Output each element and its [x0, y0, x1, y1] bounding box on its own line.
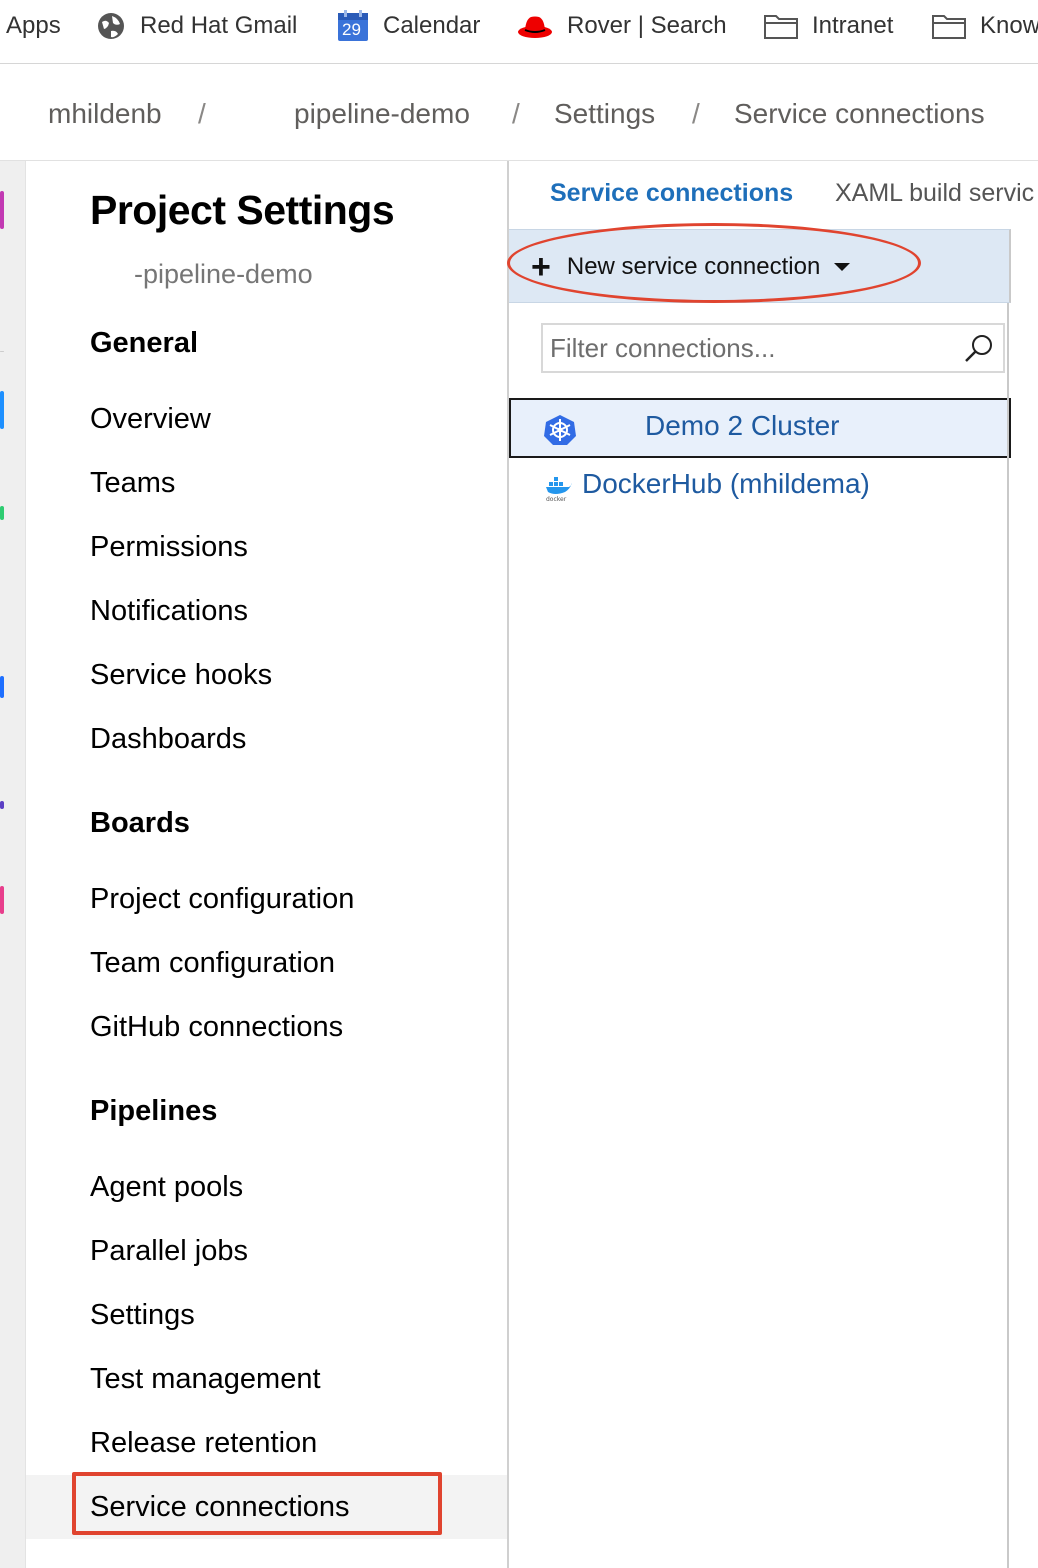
breadcrumb-separator: / [692, 98, 700, 129]
nav-item-dashboards[interactable]: Dashboards [90, 723, 246, 756]
bookmark-apps-label: Apps [6, 12, 61, 39]
bookmark-rover[interactable]: Rover | Search [517, 10, 727, 42]
globe-icon [96, 11, 126, 41]
tab-service-connections[interactable]: Service connections [550, 179, 793, 208]
bookmark-gmail[interactable]: Red Hat Gmail [96, 10, 297, 42]
svg-text:docker: docker [546, 496, 567, 502]
nav-item-notifications[interactable]: Notifications [90, 595, 248, 628]
project-settings-title: Project Settings [90, 187, 395, 233]
breadcrumb-separator: / [512, 98, 520, 129]
bookmark-intranet[interactable]: Intranet [764, 10, 893, 42]
left-rail [0, 161, 26, 1568]
breadcrumb-project[interactable]: pipeline-demo [294, 98, 470, 130]
group-heading-pipelines: Pipelines [90, 1095, 218, 1127]
breadcrumb-current-page[interactable]: Service connections [734, 98, 985, 130]
rail-boards-icon[interactable] [0, 391, 4, 429]
folder-icon [932, 13, 966, 39]
nav-item-release-retention[interactable]: Release retention [90, 1427, 317, 1460]
nav-item-parallel-jobs[interactable]: Parallel jobs [90, 1235, 248, 1268]
nav-item-github-connections[interactable]: GitHub connections [90, 1011, 343, 1044]
group-heading-general: General [90, 327, 198, 359]
bookmark-gmail-label: Red Hat Gmail [140, 12, 298, 39]
group-heading-boards: Boards [90, 807, 190, 839]
bookmark-intranet-label: Intranet [812, 12, 894, 39]
connection-name: Demo 2 Cluster [645, 410, 840, 441]
breadcrumb-org[interactable]: mhildenb [48, 98, 162, 130]
nav-item-service-hooks[interactable]: Service hooks [90, 659, 272, 692]
calendar-day-number: 29 [342, 20, 361, 39]
nav-item-team-configuration[interactable]: Team configuration [90, 947, 335, 980]
bookmark-know-label: Know [980, 12, 1038, 39]
bookmark-rover-label: Rover | Search [567, 12, 727, 39]
bookmark-know[interactable]: Know [932, 10, 1038, 42]
nav-item-project-configuration[interactable]: Project configuration [90, 883, 354, 916]
search-icon[interactable] [963, 333, 995, 370]
kubernetes-icon [543, 414, 577, 453]
rail-testplans-icon[interactable] [0, 801, 4, 809]
rail-artifacts-icon[interactable] [0, 886, 4, 914]
bookmark-apps[interactable]: Apps [6, 10, 61, 42]
breadcrumb: mhildenb / pipeline-demo / Settings / Se… [0, 64, 1038, 161]
folder-icon [764, 13, 798, 39]
redhat-icon [517, 13, 553, 39]
service-connections-panel: Service connections XAML build servic + … [507, 161, 1038, 1568]
docker-icon: docker [545, 476, 573, 509]
project-settings-nav: Project Settings -pipeline-demo General … [26, 161, 507, 1568]
project-name: -pipeline-demo [134, 259, 313, 289]
nav-item-teams[interactable]: Teams [90, 467, 175, 500]
rail-overview-icon[interactable] [0, 191, 4, 229]
connection-item[interactable]: docker DockerHub (mhildema) [509, 458, 1011, 518]
breadcrumb-settings[interactable]: Settings [554, 98, 655, 130]
bookmarks-bar: Apps Red Hat Gmail 29 Calendar Rover | S… [0, 0, 1038, 64]
rail-divider [0, 351, 4, 352]
calendar-icon: 29 [337, 10, 369, 42]
connection-name: DockerHub (mhildema) [582, 468, 870, 499]
filter-connections-field[interactable] [541, 323, 1005, 373]
nav-item-settings[interactable]: Settings [90, 1299, 195, 1332]
connection-item[interactable]: Demo 2 Cluster [509, 398, 1011, 458]
bookmark-calendar[interactable]: 29 Calendar [337, 10, 480, 42]
rail-repos-icon[interactable] [0, 506, 4, 520]
highlight-annotation-ellipse [507, 223, 921, 303]
breadcrumb-separator: / [198, 98, 206, 129]
nav-item-agent-pools[interactable]: Agent pools [90, 1171, 243, 1204]
panel-right-border [1007, 303, 1009, 1568]
highlight-annotation-rect [72, 1472, 442, 1535]
rail-pipelines-icon[interactable] [0, 676, 4, 698]
bookmark-calendar-label: Calendar [383, 12, 481, 39]
nav-item-overview[interactable]: Overview [90, 403, 211, 436]
filter-connections-input[interactable] [543, 325, 953, 371]
toolbar: + New service connection [507, 223, 1011, 303]
nav-item-test-management[interactable]: Test management [90, 1363, 321, 1396]
nav-item-permissions[interactable]: Permissions [90, 531, 248, 564]
tab-xaml-build-services[interactable]: XAML build servic [835, 179, 1034, 208]
